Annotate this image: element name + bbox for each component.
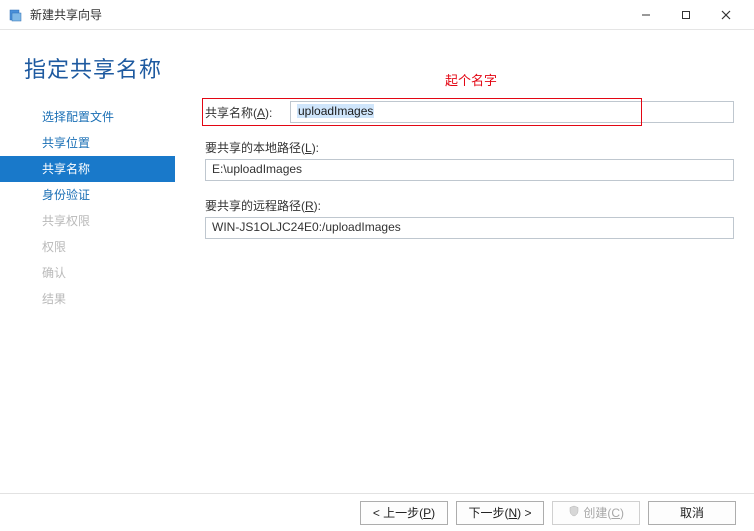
share-name-label: 共享名称(A): (205, 104, 290, 121)
sidebar: 选择配置文件 共享位置 共享名称 身份验证 共享权限 权限 确认 结果 (0, 92, 175, 312)
sidebar-item-profile[interactable]: 选择配置文件 (0, 104, 175, 130)
close-button[interactable] (706, 1, 746, 29)
window-title: 新建共享向导 (30, 6, 626, 23)
main-panel: 起个名字 共享名称(A): uploadImages 要共享的本地路径(L): … (175, 92, 754, 312)
create-button: 创建(C) (552, 501, 640, 525)
sidebar-item-auth[interactable]: 身份验证 (0, 182, 175, 208)
app-icon (8, 7, 24, 23)
shield-icon (568, 505, 580, 520)
window-controls (626, 1, 746, 29)
minimize-button[interactable] (626, 1, 666, 29)
sidebar-item-share-perm: 共享权限 (0, 208, 175, 234)
prev-button[interactable]: < 上一步(P) (360, 501, 448, 525)
remote-path-label: 要共享的远程路径(R): (205, 197, 734, 214)
page-title: 指定共享名称 (24, 52, 754, 84)
header: 指定共享名称 (0, 30, 754, 92)
remote-path-field: WIN-JS1OLJC24E0:/uploadImages (205, 217, 734, 239)
annotation-label: 起个名字 (445, 70, 497, 89)
next-button[interactable]: 下一步(N) > (456, 501, 544, 525)
share-name-input[interactable]: uploadImages (290, 101, 734, 123)
local-path-label: 要共享的本地路径(L): (205, 139, 734, 156)
titlebar: 新建共享向导 (0, 0, 754, 30)
footer: < 上一步(P) 下一步(N) > 创建(C) 取消 (0, 493, 754, 531)
cancel-button[interactable]: 取消 (648, 501, 736, 525)
local-path-field: E:\uploadImages (205, 159, 734, 181)
sidebar-item-perm: 权限 (0, 234, 175, 260)
sidebar-item-location[interactable]: 共享位置 (0, 130, 175, 156)
sidebar-item-confirm: 确认 (0, 260, 175, 286)
sidebar-item-result: 结果 (0, 286, 175, 312)
maximize-button[interactable] (666, 1, 706, 29)
sidebar-item-share-name[interactable]: 共享名称 (0, 156, 175, 182)
